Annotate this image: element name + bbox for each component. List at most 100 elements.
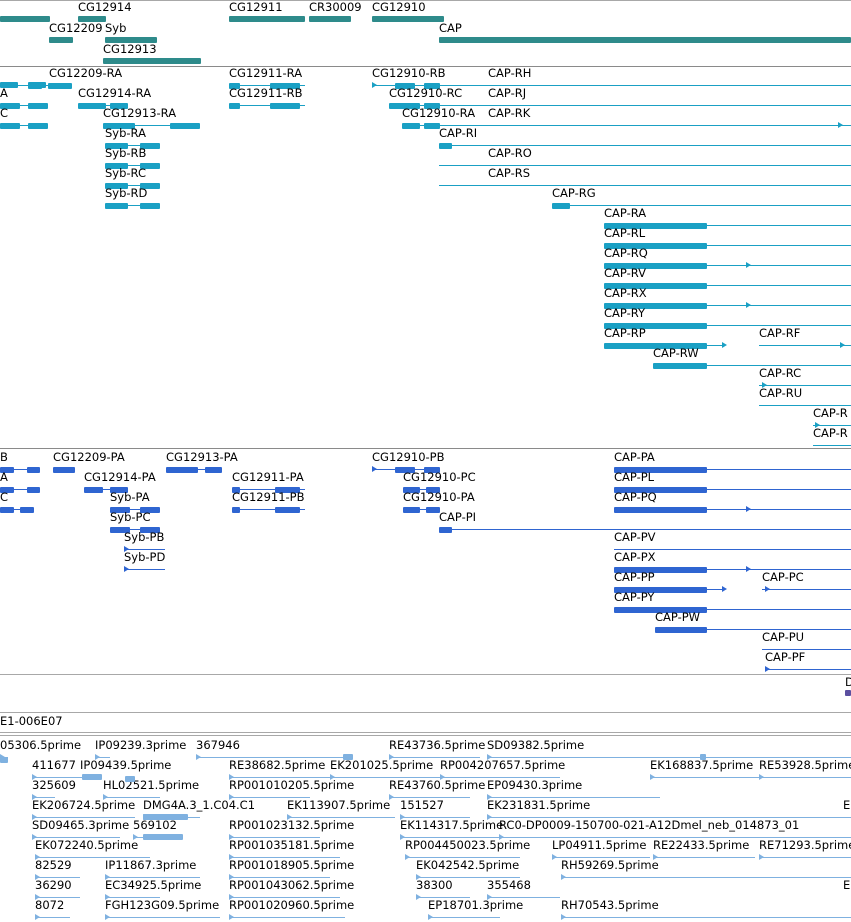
gene-feature-glyph[interactable] [309,16,351,22]
transcript-feature-label[interactable]: CAP-RK [488,107,530,120]
protein-intron-line[interactable] [765,669,851,670]
transcript-feature-label[interactable]: CAP-RS [488,167,530,180]
transcript-feature-glyph[interactable] [170,123,200,129]
protein-feature-label[interactable]: CAP-PL [614,471,654,484]
est-feature-label[interactable]: EK168837.5prime [650,759,753,772]
transcript-feature-label[interactable]: CAP-R [813,407,848,420]
est-feature-label[interactable]: RE43760.5prime [389,779,485,792]
transcript-intron-line[interactable] [813,445,851,446]
transcript-feature-label[interactable]: CAP-RF [759,327,800,340]
protein-feature-glyph[interactable] [53,467,75,473]
transcript-feature-label[interactable]: CAP-RI [439,127,477,140]
est-feature-label[interactable]: RP001043062.5prime [229,879,354,892]
transcript-feature-glyph[interactable] [105,203,128,209]
est-intron-line[interactable] [561,877,851,878]
transcript-feature-label[interactable]: CAP-RV [604,267,646,280]
est-feature-label[interactable]: RE71293.5prime [759,839,851,852]
transcript-intron-line[interactable] [552,205,851,206]
est-feature-label[interactable]: 8072 [35,899,64,912]
transcript-feature-label[interactable]: CAP-RC [759,367,801,380]
protein-feature-glyph[interactable] [655,627,707,633]
est-feature-glyph[interactable] [700,754,706,760]
est-feature-label[interactable]: El [843,879,851,892]
est-feature-label[interactable]: RE38682.5prime [229,759,325,772]
est-intron-line[interactable] [35,917,70,918]
protein-feature-label[interactable]: Syb-PA [110,491,150,504]
protein-feature-glyph[interactable] [403,507,420,513]
gene-feature-glyph[interactable] [103,58,201,64]
gene-feature-label[interactable]: CG12914 [78,1,132,14]
transcript-feature-label[interactable]: CG12913-RA [103,107,176,120]
protein-feature-label[interactable]: CG12914-PA [84,471,156,484]
protein-feature-label[interactable]: CG12911-PA [232,471,304,484]
est-feature-label[interactable]: EK113907.5prime [287,799,390,812]
protein-feature-label[interactable]: Syb-PD [124,551,165,564]
protein-feature-glyph[interactable] [20,507,34,513]
transcript-feature-label[interactable]: A [0,87,8,100]
est-feature-label[interactable]: RP001020960.5prime [229,899,354,912]
gene-feature-label[interactable]: CG12910 [372,1,426,14]
est-feature-label[interactable]: 38300 [416,879,453,892]
est-feature-label[interactable]: EK206724.5prime [32,799,135,812]
est-feature-label[interactable]: FGH123G09.5prime [105,899,219,912]
est-feature-label[interactable]: 355468 [487,879,531,892]
protein-feature-label[interactable]: CAP-PX [614,551,656,564]
est-feature-label[interactable]: EP18701.3prime [428,899,523,912]
gene-feature-label[interactable]: CR30009 [309,1,362,14]
est-feature-glyph[interactable] [343,754,353,760]
est-intron-line[interactable] [650,777,760,778]
transcript-feature-label[interactable]: CG12910-RC [389,87,462,100]
est-feature-label[interactable]: EP09430.3prime [487,779,582,792]
transcript-feature-glyph[interactable] [402,123,420,129]
transcript-feature-label[interactable]: CG12910-RA [402,107,475,120]
transcript-feature-label[interactable]: CAP-RU [759,387,802,400]
transcript-feature-label[interactable]: C [0,107,8,120]
est-feature-label[interactable]: RE22433.5prime [653,839,749,852]
est-feature-label[interactable]: RP001035181.5prime [229,839,354,852]
transcript-intron-line[interactable] [439,185,851,186]
protein-feature-glyph[interactable] [27,467,40,473]
est-feature-label[interactable]: IP09439.5prime [80,759,171,772]
insertion-feature-label[interactable]: E1-006E07 [0,715,63,728]
protein-feature-label[interactable]: CG12910-PC [403,471,476,484]
protein-feature-label[interactable]: CAP-PU [762,631,804,644]
protein-feature-glyph[interactable] [614,507,707,513]
est-feature-label[interactable]: 151527 [400,799,444,812]
protein-feature-glyph[interactable] [275,507,300,513]
transcript-feature-label[interactable]: CAP-RW [653,347,699,360]
small-feature-glyph[interactable] [845,690,851,696]
est-feature-glyph[interactable] [0,757,8,763]
protein-feature-label[interactable]: CAP-PC [762,571,804,584]
est-feature-label[interactable]: 367946 [196,739,240,752]
protein-feature-label[interactable]: CAP-PW [655,611,700,624]
protein-intron-line[interactable] [124,569,165,570]
est-intron-line[interactable] [759,857,851,858]
transcript-feature-label[interactable]: CAP-RP [604,327,646,340]
transcript-feature-glyph[interactable] [28,123,48,129]
est-feature-label[interactable]: RE43736.5prime [389,739,485,752]
est-intron-line[interactable] [653,857,755,858]
protein-feature-glyph[interactable] [439,527,452,533]
est-feature-label[interactable]: 82529 [35,859,72,872]
est-feature-label[interactable]: SD09465.3prime [32,819,129,832]
est-feature-glyph[interactable] [143,834,183,840]
transcript-feature-label[interactable]: CG12911-RB [229,87,303,100]
gene-feature-glyph[interactable] [49,37,73,43]
est-feature-label[interactable]: EK072240.5prime [35,839,138,852]
transcript-feature-glyph[interactable] [270,103,300,109]
transcript-feature-label[interactable]: CG12911-RA [229,67,302,80]
protein-feature-label[interactable]: B [0,451,8,464]
protein-feature-label[interactable]: Syb-PC [110,511,151,524]
est-feature-label[interactable]: RP001018905.5prime [229,859,354,872]
transcript-feature-glyph[interactable] [0,82,18,88]
transcript-feature-glyph[interactable] [140,203,160,209]
est-feature-label[interactable]: RC0-DP0009-150700-021-A12Dmel_neb_014873… [499,819,799,832]
est-feature-label[interactable]: EK231831.5prime [487,799,590,812]
est-feature-label[interactable]: 05306.5prime [0,739,81,752]
transcript-intron-line[interactable] [759,345,851,346]
transcript-feature-glyph[interactable] [229,103,240,109]
est-intron-line[interactable] [105,917,220,918]
protein-feature-label[interactable]: CAP-PV [614,531,656,544]
transcript-feature-glyph[interactable] [424,123,440,129]
protein-feature-glyph[interactable] [232,507,240,513]
